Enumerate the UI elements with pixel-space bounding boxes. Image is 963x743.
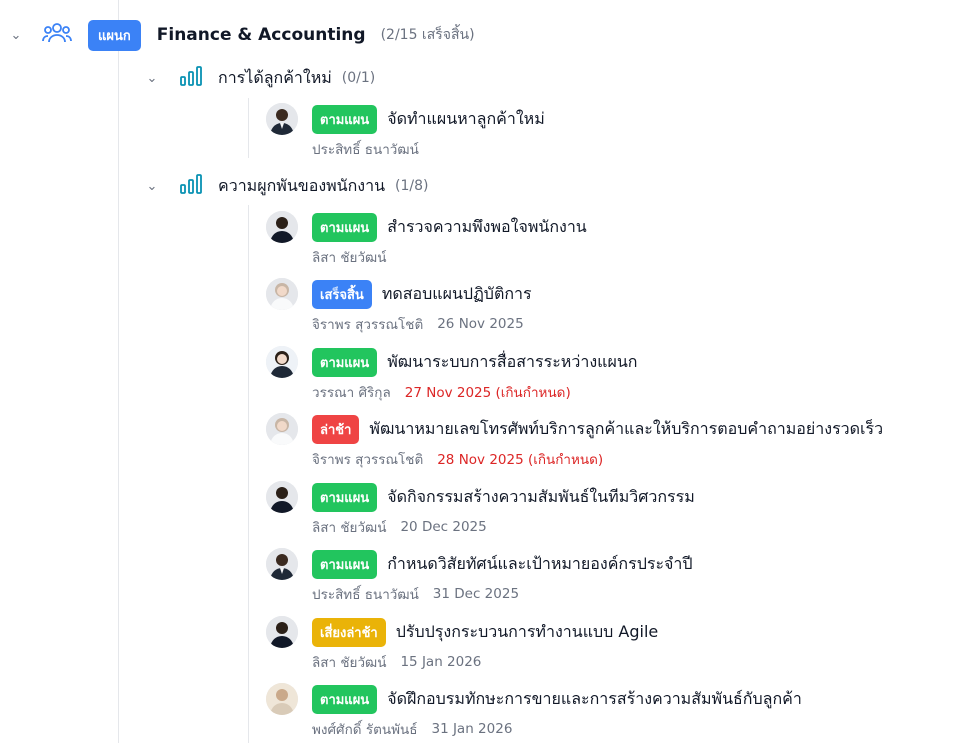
task-meta: ลิสา ชัยวัฒน์ 15 Jan 2026 <box>312 651 481 673</box>
task-title[interactable]: สำรวจความพึงพอใจพนักงาน <box>387 215 587 240</box>
task-title[interactable]: จัดทำแผนหาลูกค้าใหม่ <box>387 107 545 132</box>
task-meta: ประสิทธิ์ ธนาวัฒน์ <box>312 138 419 160</box>
task-meta: พงศ์ศักดิ์ รัตนพันธ์ 31 Jan 2026 <box>312 718 512 740</box>
due-date: 15 Jan 2026 <box>400 654 482 670</box>
group-name[interactable]: ความผูกพันของพนักงาน <box>218 174 385 199</box>
status-badge: ตามแผน <box>312 104 378 134</box>
status-badge: ตามแผน <box>312 482 378 512</box>
tree-guide-line-root <box>118 0 119 743</box>
assignee-name: พงศ์ศักดิ์ รัตนพันธ์ <box>312 722 418 738</box>
department-badge: แผนก <box>88 19 141 51</box>
avatar <box>266 683 298 715</box>
avatar <box>266 413 298 445</box>
task-title[interactable]: จัดฝึกอบรมทักษะการขายและการสร้างความสัมพ… <box>387 687 802 712</box>
task-title[interactable]: ทดสอบแผนปฏิบัติการ <box>382 282 532 307</box>
avatar <box>266 278 298 310</box>
assignee-name: ลิสา ชัยวัฒน์ <box>312 250 387 266</box>
group-row[interactable]: ⌄ ความผูกพันของพนักงาน (1/8) <box>144 174 429 198</box>
due-date: 31 Jan 2026 <box>431 721 513 737</box>
assignee-name: ลิสา ชัยวัฒน์ <box>312 520 387 536</box>
task-meta: วรรณา ศิริกุล 27 Nov 2025 (เกินกำหนด) <box>312 381 571 403</box>
tree-guide-line-group-1 <box>248 98 249 158</box>
task-row[interactable]: เสี่ยงล่าช้า ปรับปรุงกระบวนการทำงานแบบ A… <box>312 617 659 647</box>
bar-chart-icon <box>180 174 202 198</box>
status-badge: ตามแผน <box>312 549 378 579</box>
department-name[interactable]: Finance & Accounting <box>157 25 366 45</box>
due-date-overdue: 27 Nov 2025 (เกินกำหนด) <box>404 385 571 401</box>
avatar <box>266 103 298 135</box>
task-meta: ลิสา ชัยวัฒน์ 20 Dec 2025 <box>312 516 487 538</box>
task-row[interactable]: ล่าช้า พัฒนาหมายเลขโทรศัพท์บริการลูกค้าแ… <box>312 414 883 444</box>
task-meta: จิราพร สุวรรณโชติ 26 Nov 2025 <box>312 313 524 335</box>
avatar <box>266 211 298 243</box>
task-title[interactable]: พัฒนาหมายเลขโทรศัพท์บริการลูกค้าและให้บร… <box>369 417 883 442</box>
assignee-name: ประสิทธิ์ ธนาวัฒน์ <box>312 142 419 158</box>
task-row[interactable]: ตามแผน จัดฝึกอบรมทักษะการขายและการสร้างค… <box>312 684 802 714</box>
department-row[interactable]: ⌄ แผนก Finance & Accounting (2/15 เสร็จส… <box>8 19 475 51</box>
bar-chart-icon <box>180 66 202 90</box>
status-badge: เสร็จสิ้น <box>312 279 372 309</box>
status-badge: ตามแผน <box>312 212 378 242</box>
task-row[interactable]: ตามแผน จัดกิจกรรมสร้างความสัมพันธ์ในทีมว… <box>312 482 695 512</box>
due-date: 31 Dec 2025 <box>432 586 520 602</box>
task-title[interactable]: จัดกิจกรรมสร้างความสัมพันธ์ในทีมวิศวกรรม <box>387 485 695 510</box>
chevron-down-icon[interactable]: ⌄ <box>144 179 160 194</box>
assignee-name: ลิสา ชัยวัฒน์ <box>312 655 387 671</box>
task-row[interactable]: ตามแผน สำรวจความพึงพอใจพนักงาน <box>312 212 587 242</box>
assignee-name: จิราพร สุวรรณโชติ <box>312 317 424 333</box>
group-name[interactable]: การได้ลูกค้าใหม่ <box>218 66 332 91</box>
task-meta: ลิสา ชัยวัฒน์ <box>312 246 386 268</box>
task-meta: จิราพร สุวรรณโชติ 28 Nov 2025 (เกินกำหนด… <box>312 448 603 470</box>
tree-guide-line-group-2 <box>248 205 249 743</box>
task-title[interactable]: กำหนดวิสัยทัศน์และเป้าหมายองค์กรประจำปี <box>387 552 692 577</box>
assignee-name: ประสิทธิ์ ธนาวัฒน์ <box>312 587 419 603</box>
due-date-overdue: 28 Nov 2025 (เกินกำหนด) <box>437 452 604 468</box>
status-badge: เสี่ยงล่าช้า <box>312 617 386 647</box>
assignee-name: วรรณา ศิริกุล <box>312 385 391 401</box>
status-badge: ล่าช้า <box>312 414 360 444</box>
avatar <box>266 548 298 580</box>
chevron-down-icon[interactable]: ⌄ <box>144 71 160 86</box>
group-count: (1/8) <box>395 178 429 194</box>
task-row[interactable]: เสร็จสิ้น ทดสอบแผนปฏิบัติการ <box>312 279 532 309</box>
due-date: 26 Nov 2025 <box>437 316 524 332</box>
status-badge: ตามแผน <box>312 684 378 714</box>
task-row[interactable]: ตามแผน พัฒนาระบบการสื่อสารระหว่างแผนก <box>312 347 637 377</box>
group-row[interactable]: ⌄ การได้ลูกค้าใหม่ (0/1) <box>144 66 375 90</box>
task-row[interactable]: ตามแผน กำหนดวิสัยทัศน์และเป้าหมายองค์กรป… <box>312 549 693 579</box>
avatar <box>266 346 298 378</box>
users-icon <box>42 20 72 50</box>
status-badge: ตามแผน <box>312 347 378 377</box>
task-title[interactable]: พัฒนาระบบการสื่อสารระหว่างแผนก <box>387 350 637 375</box>
task-title[interactable]: ปรับปรุงกระบวนการทำงานแบบ Agile <box>396 620 659 645</box>
task-row[interactable]: ตามแผน จัดทำแผนหาลูกค้าใหม่ <box>312 104 545 134</box>
task-meta: ประสิทธิ์ ธนาวัฒน์ 31 Dec 2025 <box>312 583 519 605</box>
chevron-down-icon[interactable]: ⌄ <box>8 28 24 43</box>
avatar <box>266 616 298 648</box>
department-count: (2/15 เสร็จสิ้น) <box>380 27 475 43</box>
assignee-name: จิราพร สุวรรณโชติ <box>312 452 424 468</box>
due-date: 20 Dec 2025 <box>400 519 487 535</box>
avatar <box>266 481 298 513</box>
group-count: (0/1) <box>341 70 376 86</box>
